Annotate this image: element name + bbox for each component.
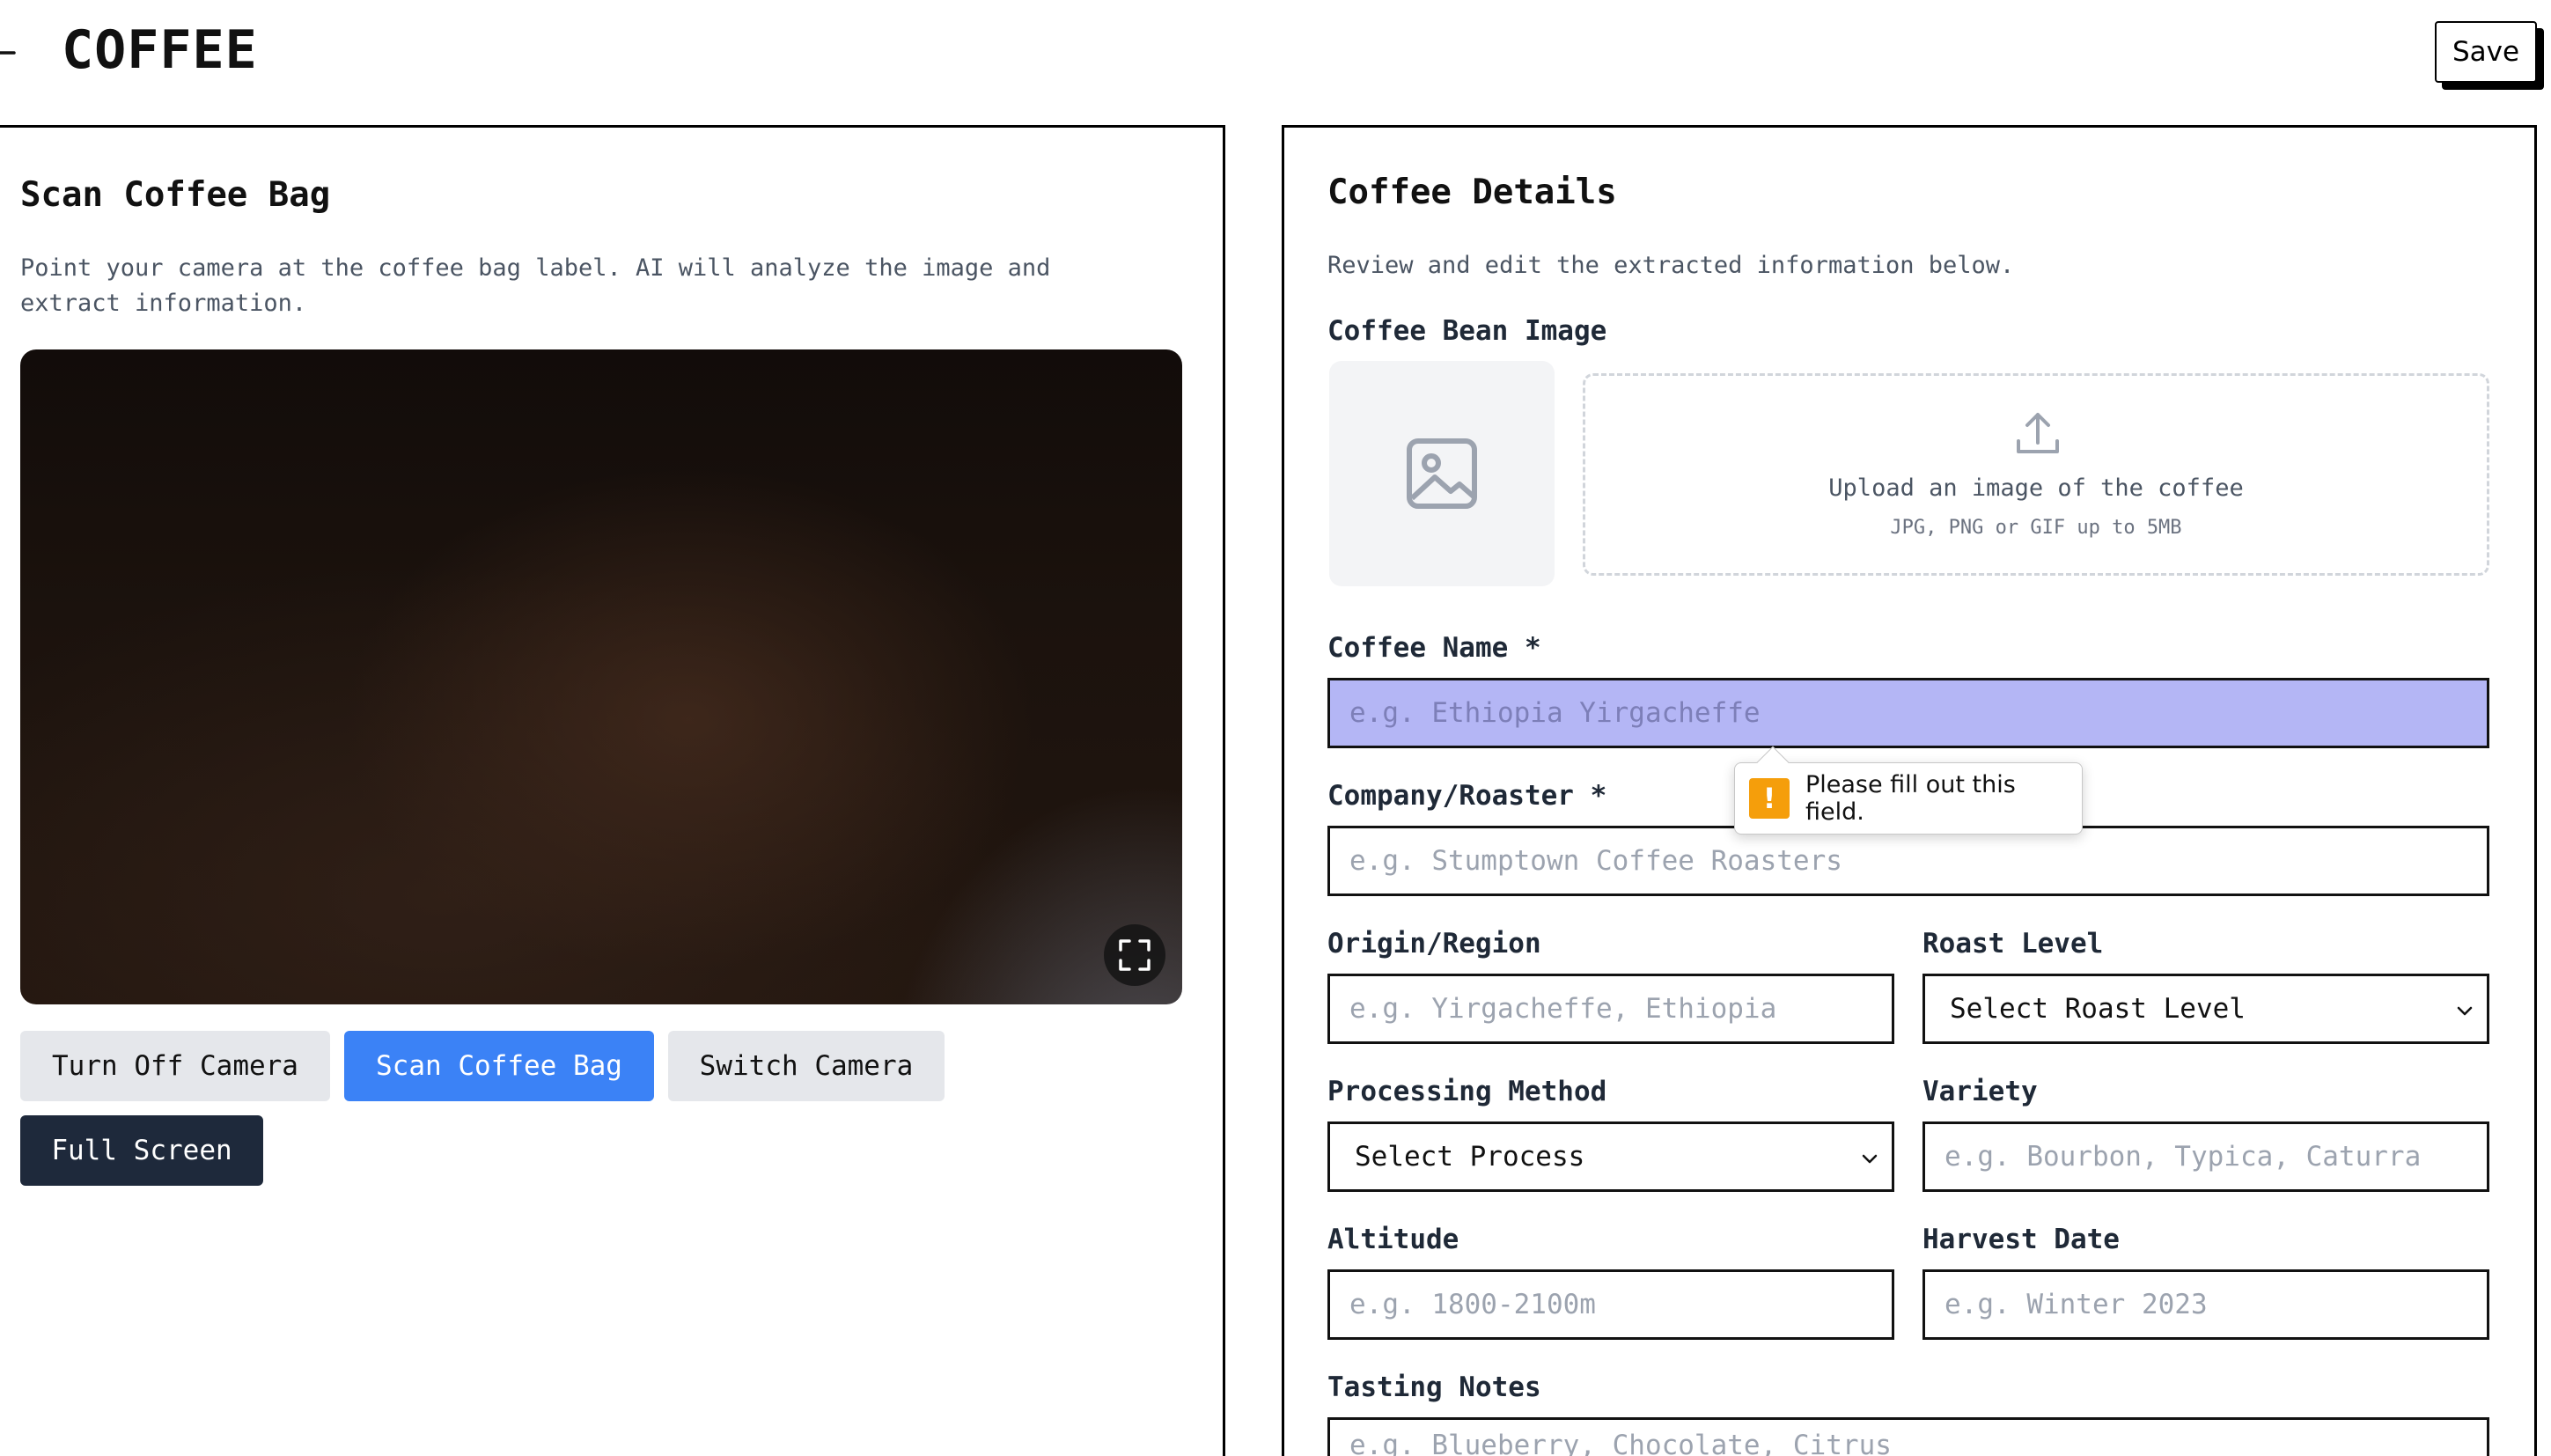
upload-icon	[2017, 413, 2059, 453]
harvest-date-input[interactable]	[1922, 1269, 2489, 1340]
validation-message: Please fill out this field.	[1805, 771, 2016, 826]
camera-preview[interactable]	[20, 349, 1182, 1004]
switch-camera-button[interactable]: Switch Camera	[668, 1031, 945, 1101]
scan-panel-description-line2: extract information.	[20, 290, 307, 317]
validation-tooltip: ! Please fill out this field.	[1734, 746, 2083, 835]
roast-level-label: Roast Level	[1922, 928, 2104, 960]
altitude-input[interactable]	[1327, 1269, 1894, 1340]
app-title: COFFEE	[62, 19, 258, 81]
coffee-name-input[interactable]	[1327, 678, 2489, 748]
image-upload-dropzone[interactable]: Upload an image of the coffee JPG, PNG o…	[1583, 373, 2489, 576]
coffee-image-preview	[1329, 361, 1555, 586]
tasting-notes-label: Tasting Notes	[1327, 1371, 1541, 1403]
chevron-down-icon	[1862, 1154, 1878, 1164]
company-roaster-input[interactable]	[1327, 826, 2489, 896]
harvest-date-label: Harvest Date	[1922, 1224, 2120, 1255]
coffee-name-label: Coffee Name *	[1327, 632, 1541, 664]
warning-icon: !	[1749, 778, 1790, 819]
details-panel-title: Coffee Details	[1327, 173, 1617, 212]
save-button-wrapper: Save	[2435, 21, 2544, 90]
scan-panel-title: Scan Coffee Bag	[20, 175, 331, 215]
save-button[interactable]: Save	[2435, 21, 2537, 83]
company-roaster-label: Company/Roaster *	[1327, 780, 1607, 812]
upload-title: Upload an image of the coffee	[1828, 474, 2244, 502]
expand-icon	[1119, 939, 1151, 971]
variety-label: Variety	[1922, 1076, 2038, 1107]
details-panel-description: Review and edit the extracted informatio…	[1327, 252, 2015, 279]
variety-input[interactable]	[1922, 1121, 2489, 1192]
altitude-label: Altitude	[1327, 1224, 1459, 1255]
upload-hint: JPG, PNG or GIF up to 5MB	[1890, 517, 2182, 539]
processing-method-label: Processing Method	[1327, 1076, 1607, 1107]
turn-off-camera-button[interactable]: Turn Off Camera	[20, 1031, 330, 1101]
origin-region-label: Origin/Region	[1327, 928, 1541, 960]
scan-panel-description-line1: Point your camera at the coffee bag labe…	[20, 254, 1051, 282]
processing-method-selected: Select Process	[1355, 1141, 1585, 1173]
roast-level-selected: Select Roast Level	[1950, 993, 2246, 1025]
tasting-notes-input[interactable]	[1327, 1417, 2489, 1456]
processing-method-select[interactable]: Select Process	[1327, 1121, 1894, 1192]
chevron-down-icon	[2457, 1006, 2473, 1016]
origin-region-input[interactable]	[1327, 974, 1894, 1044]
app-header: COFFEE Save	[0, 0, 2551, 114]
image-icon	[1407, 438, 1477, 509]
coffee-bean-image-label: Coffee Bean Image	[1327, 315, 1607, 347]
fullscreen-toggle[interactable]	[1104, 924, 1165, 986]
scan-coffee-bag-button[interactable]: Scan Coffee Bag	[344, 1031, 654, 1101]
scan-panel: Scan Coffee Bag Point your camera at the…	[0, 125, 1225, 1456]
full-screen-button[interactable]: Full Screen	[20, 1115, 263, 1186]
roast-level-select[interactable]: Select Roast Level	[1922, 974, 2489, 1044]
arrow-left-icon[interactable]	[0, 35, 19, 70]
